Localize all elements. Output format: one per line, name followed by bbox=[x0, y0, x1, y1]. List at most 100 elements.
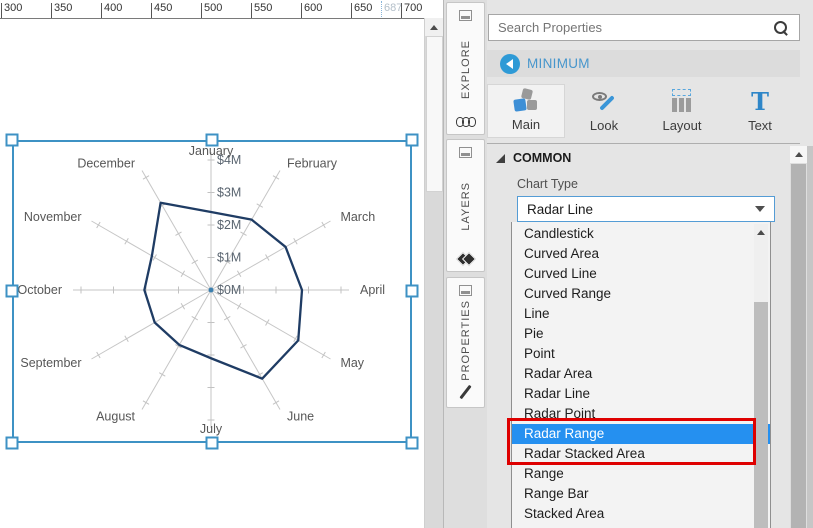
ruler-cursor-line: 687 bbox=[381, 1, 402, 17]
ruler-tick-label: 450 bbox=[154, 2, 173, 14]
arrow-left-icon bbox=[506, 58, 513, 69]
tab-look[interactable]: Look bbox=[565, 84, 643, 138]
ruler-tick-label: 550 bbox=[254, 2, 273, 14]
scrollbar-thumb[interactable] bbox=[754, 302, 768, 528]
dropdown-option[interactable]: Radar Stacked Area bbox=[512, 444, 770, 464]
search-input[interactable] bbox=[489, 20, 774, 35]
dropdown-option[interactable]: Radar Range bbox=[512, 424, 770, 444]
dropdown-option[interactable]: Radar Area bbox=[512, 364, 770, 384]
ruler-tick-label: 400 bbox=[104, 2, 123, 14]
scroll-up-button[interactable] bbox=[425, 18, 443, 36]
pencil-icon bbox=[459, 384, 472, 400]
ruler-tick-label: 500 bbox=[204, 2, 223, 14]
ruler-tick-label: 600 bbox=[304, 2, 323, 14]
back-button[interactable] bbox=[500, 53, 520, 74]
dropdown-scrollbar[interactable] bbox=[754, 224, 768, 528]
dock-window-icon bbox=[459, 147, 472, 158]
dock-window-icon bbox=[459, 285, 472, 296]
breadcrumb: MINIMUM bbox=[487, 50, 800, 77]
chart-type-combobox[interactable]: Radar Line bbox=[517, 196, 775, 222]
ruler-tick bbox=[401, 3, 402, 18]
dropdown-option[interactable]: Stacked Area bbox=[512, 504, 770, 524]
section-common-header[interactable]: COMMON bbox=[496, 151, 571, 165]
collapse-triangle-icon[interactable] bbox=[496, 153, 505, 163]
tab-label: Layout bbox=[662, 118, 702, 133]
chart-item-selection-border[interactable] bbox=[12, 140, 412, 443]
dropdown-options: Candlestick Curved Area Curved Line Curved … bbox=[512, 224, 770, 524]
separator bbox=[487, 143, 800, 144]
dropdown-option[interactable]: Range bbox=[512, 464, 770, 484]
ruler-cursor-value: 687 bbox=[384, 2, 403, 14]
dropdown-option[interactable]: Range Bar bbox=[512, 484, 770, 504]
text-icon: T bbox=[751, 87, 769, 116]
sidebar-tab-label: LAYERS bbox=[459, 181, 472, 231]
ruler-tick bbox=[151, 3, 152, 18]
resize-handle-top-right[interactable] bbox=[405, 133, 419, 147]
window-edge-strip bbox=[807, 146, 813, 528]
ruler-tick bbox=[51, 3, 52, 18]
tab-label: Look bbox=[589, 118, 619, 133]
tab-label: Text bbox=[748, 118, 772, 133]
combobox-value: Radar Line bbox=[527, 201, 594, 217]
scroll-up-button[interactable] bbox=[754, 224, 768, 240]
scrollbar-thumb[interactable] bbox=[426, 36, 443, 192]
sidebar-tab-label: EXPLORE bbox=[459, 39, 472, 99]
sidebar-tab-properties[interactable]: PROPERTIES bbox=[446, 277, 485, 408]
chart-type-label: Chart Type bbox=[517, 177, 578, 191]
chart-type-dropdown-list: Candlestick Curved Area Curved Line Curved … bbox=[511, 222, 771, 528]
search-box[interactable] bbox=[488, 14, 800, 41]
ruler-tick-label: 650 bbox=[354, 2, 373, 14]
scroll-up-button[interactable] bbox=[790, 146, 807, 163]
ruler-tick bbox=[251, 3, 252, 18]
dropdown-option[interactable]: Candlestick bbox=[512, 224, 770, 244]
dropdown-option[interactable]: Curved Area bbox=[512, 244, 770, 264]
panel-scrollbar[interactable] bbox=[790, 146, 807, 528]
resize-handle-middle-right[interactable] bbox=[405, 284, 419, 298]
resize-handle-middle-left[interactable] bbox=[5, 284, 19, 298]
explore-reel-icon bbox=[455, 117, 476, 127]
ruler-tick bbox=[201, 3, 202, 18]
layers-icon bbox=[455, 251, 476, 267]
sidebar-tab-label: PROPERTIES bbox=[459, 299, 472, 381]
tab-main[interactable]: Main bbox=[487, 84, 565, 138]
search-icon[interactable] bbox=[774, 21, 787, 34]
properties-panel: MINIMUM Main Look Layout T Text CO bbox=[487, 0, 813, 528]
resize-handle-bottom-left[interactable] bbox=[5, 436, 19, 450]
ruler-tick bbox=[351, 3, 352, 18]
sidebar-tab-explore[interactable]: EXPLORE bbox=[446, 2, 485, 135]
resize-handle-top-middle[interactable] bbox=[205, 133, 219, 147]
dropdown-option[interactable]: Pie bbox=[512, 324, 770, 344]
dropdown-option[interactable]: Radar Point bbox=[512, 404, 770, 424]
scrollbar-thumb[interactable] bbox=[791, 164, 806, 528]
ruler-tick-label: 700 bbox=[404, 2, 423, 14]
canvas-vertical-scrollbar[interactable] bbox=[424, 18, 443, 528]
dropdown-option[interactable]: Curved Range bbox=[512, 284, 770, 304]
property-tab-bar: Main Look Layout T Text bbox=[487, 84, 800, 138]
dropdown-option[interactable]: Curved Line bbox=[512, 264, 770, 284]
dock-window-icon bbox=[459, 10, 472, 21]
arrow-up-icon bbox=[430, 24, 438, 30]
horizontal-ruler: 687 300 350 400 450 500 550 600 650 700 bbox=[0, 0, 424, 19]
tab-label: Main bbox=[511, 117, 541, 132]
dock-tab-strip: EXPLORE LAYERS PROPERTIES bbox=[443, 0, 487, 528]
section-title: COMMON bbox=[513, 151, 572, 165]
tab-text[interactable]: T Text bbox=[721, 84, 799, 138]
ruler-tick bbox=[1, 3, 2, 18]
resize-handle-bottom-middle[interactable] bbox=[205, 436, 219, 450]
resize-handle-bottom-right[interactable] bbox=[405, 436, 419, 450]
ruler-tick-label: 300 bbox=[4, 2, 23, 14]
design-canvas[interactable]: $0M $1M $2M $3M $4M January February March April… bbox=[0, 0, 443, 528]
tab-layout[interactable]: Layout bbox=[643, 84, 721, 138]
puzzle-icon bbox=[513, 87, 539, 114]
columns-icon bbox=[669, 89, 695, 115]
dropdown-option[interactable]: Point bbox=[512, 344, 770, 364]
arrow-up-icon bbox=[794, 152, 803, 157]
dropdown-option[interactable]: Radar Line bbox=[512, 384, 770, 404]
sidebar-tab-layers[interactable]: LAYERS bbox=[446, 139, 485, 272]
dropdown-option[interactable]: Line bbox=[512, 304, 770, 324]
eye-brush-icon bbox=[591, 89, 617, 115]
chevron-down-icon bbox=[755, 206, 765, 212]
ruler-tick bbox=[301, 3, 302, 18]
breadcrumb-label: MINIMUM bbox=[527, 56, 590, 71]
resize-handle-top-left[interactable] bbox=[5, 133, 19, 147]
